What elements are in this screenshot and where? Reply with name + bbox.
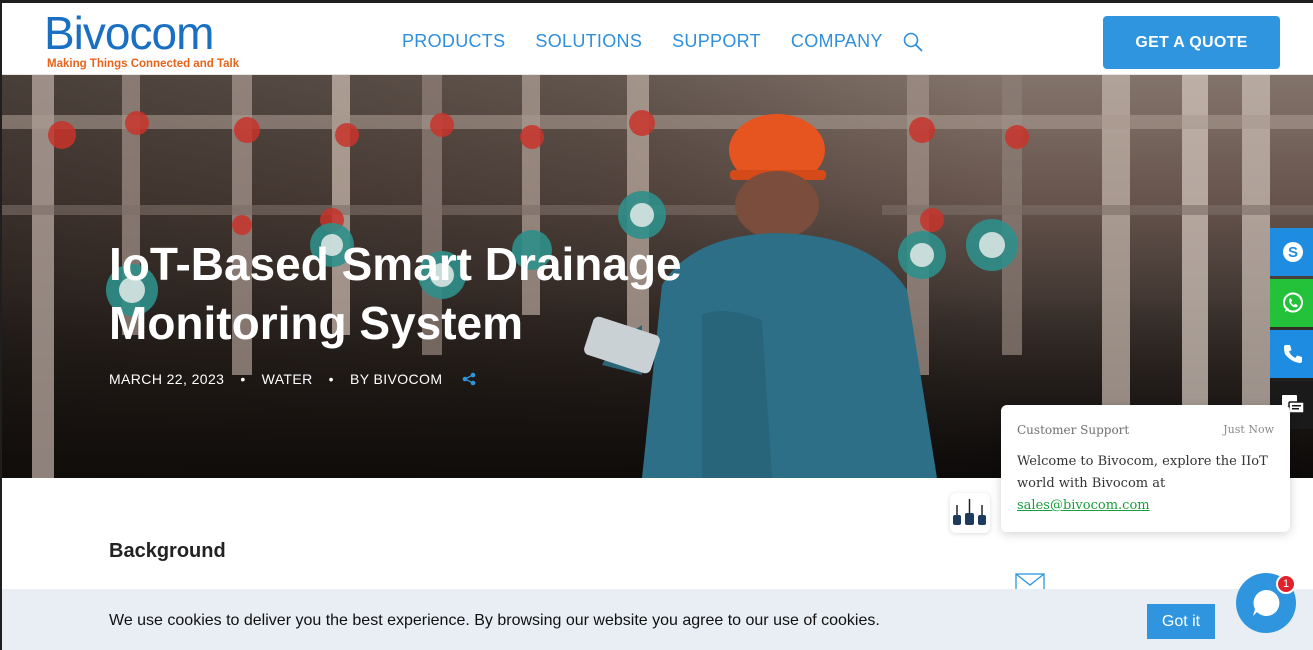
meta-separator: • xyxy=(328,371,334,387)
chat-message-card[interactable]: Customer Support Just Now Welcome to Biv… xyxy=(1001,405,1290,532)
get-a-quote-button[interactable]: GET A QUOTE xyxy=(1103,16,1280,69)
chat-email-link[interactable]: sales@bivocom.com xyxy=(1017,498,1150,513)
nav-support[interactable]: SUPPORT xyxy=(672,31,761,52)
cookie-consent-bar: We use cookies to deliver you the best e… xyxy=(2,589,1313,650)
section-heading-background: Background xyxy=(109,540,226,562)
article-category[interactable]: WATER xyxy=(262,371,313,387)
logo-tagline: Making Things Connected and Talk xyxy=(47,58,240,70)
cookie-message: We use cookies to deliver you the best e… xyxy=(109,612,880,629)
article-title: IoT-Based Smart Drainage Monitoring Syst… xyxy=(109,238,682,349)
skype-icon: S xyxy=(1282,242,1303,262)
nav-solutions[interactable]: SOLUTIONS xyxy=(535,31,642,52)
whatsapp-icon xyxy=(1282,292,1303,313)
article-author[interactable]: BY BIVOCOM xyxy=(350,371,442,387)
chat-timestamp: Just Now xyxy=(1223,423,1274,436)
chat-message-text: Welcome to Bivocom, explore the IIoT wor… xyxy=(1017,454,1268,491)
site-header: Bivocom Making Things Connected and Talk… xyxy=(2,3,1313,75)
phone-button[interactable] xyxy=(1270,330,1313,378)
bivocom-logo[interactable]: Bivocom Making Things Connected and Talk xyxy=(44,7,244,74)
article-date: MARCH 22, 2023 xyxy=(109,371,225,387)
share-icon[interactable] xyxy=(462,372,476,386)
skype-button[interactable]: S xyxy=(1270,228,1313,276)
main-nav: PRODUCTS SOLUTIONS SUPPORT COMPANY xyxy=(402,31,883,52)
support-avatar xyxy=(950,493,990,533)
nav-company[interactable]: COMPANY xyxy=(791,31,883,52)
chat-sender: Customer Support xyxy=(1017,423,1130,437)
whatsapp-button[interactable] xyxy=(1270,279,1313,327)
svg-text:S: S xyxy=(1287,244,1297,261)
side-contact-bar: S xyxy=(1270,228,1313,432)
router-device-icon xyxy=(953,499,986,525)
nav-products[interactable]: PRODUCTS xyxy=(402,31,505,52)
cookie-accept-button[interactable]: Got it xyxy=(1147,604,1215,639)
unread-badge: 1 xyxy=(1276,574,1296,594)
logo-wordmark: Bivocom xyxy=(44,7,214,59)
chat-bubble-icon xyxy=(1253,589,1280,616)
article-meta: MARCH 22, 2023 • WATER • BY BIVOCOM xyxy=(109,371,476,387)
page: Bivocom Making Things Connected and Talk… xyxy=(0,0,1313,650)
meta-separator: • xyxy=(240,371,246,387)
phone-icon xyxy=(1283,345,1302,363)
chat-message: Welcome to Bivocom, explore the IIoT wor… xyxy=(1017,451,1277,517)
search-icon[interactable] xyxy=(903,32,923,52)
